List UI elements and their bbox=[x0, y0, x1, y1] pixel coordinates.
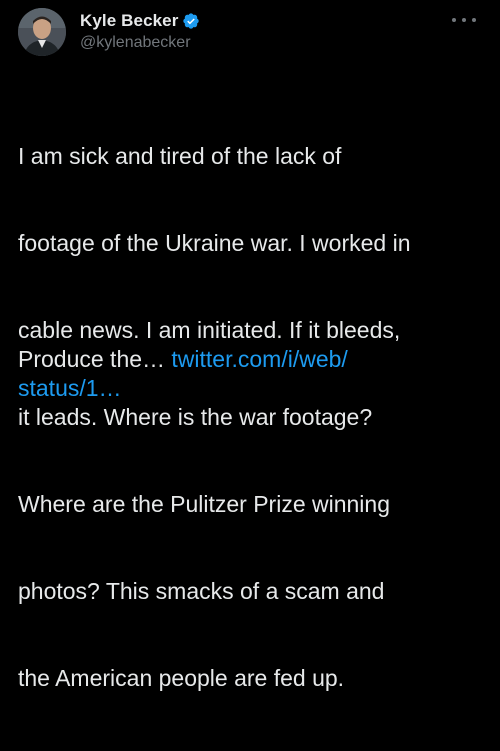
tweet-text-line: cable news. I am initiated. If it bleeds… bbox=[18, 317, 401, 343]
tweet-card: Kyle Becker @kylenabecker I am sick and … bbox=[0, 0, 500, 691]
tweet-text-line: footage of the Ukraine war. I worked in bbox=[18, 230, 411, 256]
tweet-link-continued[interactable]: status/1… bbox=[18, 375, 122, 401]
display-name[interactable]: Kyle Becker bbox=[80, 11, 178, 31]
avatar[interactable] bbox=[18, 8, 66, 56]
tweet-link[interactable]: twitter.com/i/web/ bbox=[171, 346, 347, 372]
more-horizontal-icon[interactable] bbox=[452, 12, 476, 28]
handle[interactable]: @kylenabecker bbox=[80, 34, 200, 52]
verified-badge-icon bbox=[182, 12, 200, 30]
continuation-line: Produce the… twitter.com/i/web/ bbox=[18, 345, 488, 374]
tweet-text-line: photos? This smacks of a scam and bbox=[18, 578, 385, 604]
tweet-continuation: Produce the… twitter.com/i/web/ status/1… bbox=[18, 345, 488, 403]
avatar-image bbox=[18, 8, 66, 56]
tweet-text-line: I am sick and tired of the lack of bbox=[18, 143, 342, 169]
display-name-row[interactable]: Kyle Becker bbox=[80, 10, 200, 32]
tweet-text: I am sick and tired of the lack of foota… bbox=[18, 84, 488, 751]
tweet-text-line: the American people are fed up. bbox=[18, 665, 345, 691]
more-dot bbox=[452, 18, 456, 22]
truncated-text: Produce the… bbox=[18, 346, 172, 372]
more-dot bbox=[462, 18, 466, 22]
tweet-header: Kyle Becker @kylenabecker bbox=[18, 6, 482, 58]
tweet-text-line: Where are the Pulitzer Prize winning bbox=[18, 491, 390, 517]
more-dot bbox=[472, 18, 476, 22]
author-names: Kyle Becker @kylenabecker bbox=[80, 10, 200, 52]
continuation-line: status/1… bbox=[18, 374, 488, 403]
tweet-text-line: it leads. Where is the war footage? bbox=[18, 404, 373, 430]
